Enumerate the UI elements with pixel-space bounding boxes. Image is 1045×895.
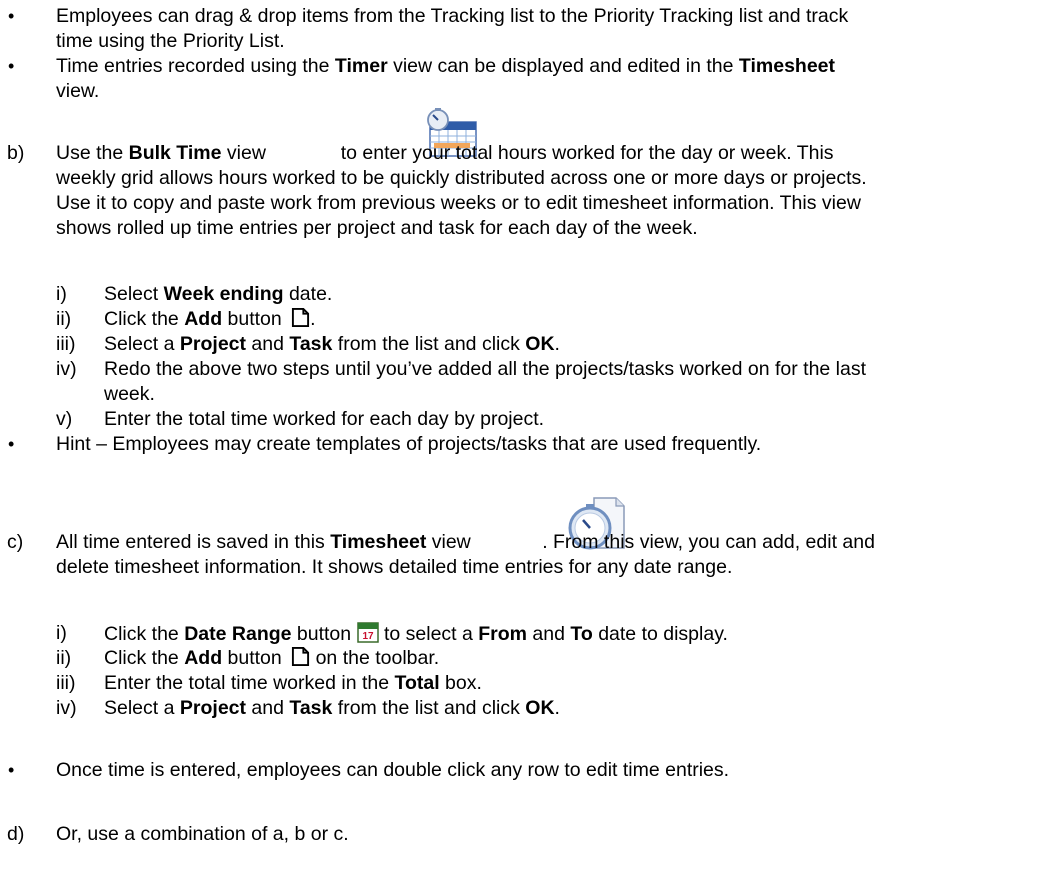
section-c-step-iii: Enter the total time worked in the Total… xyxy=(104,672,482,694)
section-b-line-3: Use it to copy and paste work from previ… xyxy=(56,192,861,214)
section-c-step-iv: Select a Project and Task from the list … xyxy=(104,697,560,719)
calendar-date-range-icon: 17 xyxy=(356,622,379,643)
bullet: • xyxy=(8,6,15,26)
section-b-step-ii: Click the Add button . xyxy=(104,308,316,330)
bullet: • xyxy=(8,56,15,76)
intro-bullet-1-line-1: Employees can drag & drop items from the… xyxy=(56,5,849,27)
section-c-label: c) xyxy=(7,531,24,553)
section-b-label: b) xyxy=(7,142,25,164)
hint-text: Hint – Employees may create templates of… xyxy=(56,433,762,455)
section-b-step-v: Enter the total time worked for each day… xyxy=(104,408,545,430)
section-c-step-ii: Click the Add button on the toolbar. xyxy=(104,647,440,669)
step-label: iii) xyxy=(56,333,76,355)
intro-bullet-2-line-1: Time entries recorded using the Timer vi… xyxy=(56,55,836,77)
section-b-line-2: weekly grid allows hours worked to be qu… xyxy=(56,167,867,189)
section-b-step-iv-line-2: week. xyxy=(104,383,155,405)
step-label: iv) xyxy=(56,358,77,380)
section-b-step-iv-line-1: Redo the above two steps until you’ve ad… xyxy=(104,358,867,380)
bullet: • xyxy=(8,760,15,780)
intro-bullet-2-line-2: view. xyxy=(56,80,100,102)
section-c-step-i: Click the Date Range button 17 to select… xyxy=(104,622,728,645)
section-d-text: Or, use a combination of a, b or c. xyxy=(56,823,349,845)
section-b-step-iii: Select a Project and Task from the list … xyxy=(104,333,560,355)
section-b-step-i: Select Week ending date. xyxy=(104,283,333,305)
step-label: ii) xyxy=(56,647,72,669)
step-label: i) xyxy=(56,283,67,305)
section-c-line-1: All time entered is saved in this Timesh… xyxy=(56,531,875,553)
bullet: • xyxy=(8,434,15,454)
section-d-label: d) xyxy=(7,823,25,845)
step-label: iii) xyxy=(56,672,76,694)
section-b-line-1: Use the Bulk Time view to enter your tot… xyxy=(56,142,834,164)
step-label: iv) xyxy=(56,697,77,719)
section-c-after-bullet: Once time is entered, employees can doub… xyxy=(56,759,730,781)
new-document-icon xyxy=(292,308,310,327)
new-document-icon xyxy=(292,647,310,666)
section-c-line-2: delete timesheet information. It shows d… xyxy=(56,556,733,578)
step-label: ii) xyxy=(56,308,72,330)
step-label: v) xyxy=(56,408,73,430)
intro-bullet-1-line-2: time using the Priority List. xyxy=(56,30,285,52)
section-b-line-4: shows rolled up time entries per project… xyxy=(56,217,698,239)
svg-text:17: 17 xyxy=(362,631,374,642)
step-label: i) xyxy=(56,622,67,644)
